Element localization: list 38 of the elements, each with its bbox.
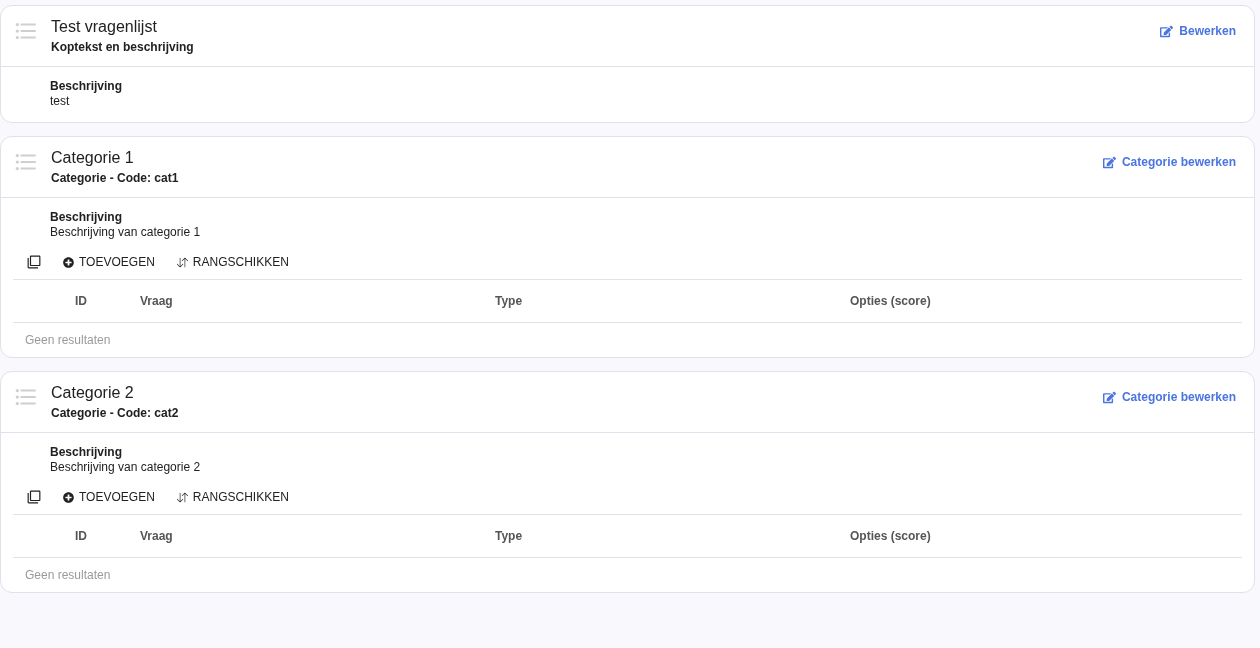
edit-link[interactable]: Categorie bewerken: [1102, 155, 1236, 169]
description-text: Beschrijving van categorie 2: [50, 460, 202, 474]
edit-icon: [1102, 390, 1116, 404]
card-title: Categorie 1: [51, 149, 135, 167]
description-text: test: [50, 94, 71, 108]
sort-button[interactable]: RANGSCHIKKEN: [176, 490, 289, 504]
edit-icon: [1102, 155, 1116, 169]
up-down-arrow-icon: [176, 491, 188, 503]
empty-message: Geen resultaten: [24, 332, 112, 349]
column-header: Opties (score): [850, 529, 932, 543]
description-label: Beschrijving: [50, 445, 124, 459]
plus-icon: [63, 491, 74, 503]
edit-link[interactable]: Categorie bewerken: [1102, 390, 1236, 404]
description-label: Beschrijving: [50, 210, 124, 224]
copy-icon[interactable]: [27, 255, 41, 269]
add-button[interactable]: TOEVOEGEN: [63, 255, 155, 269]
column-header: Type: [495, 294, 524, 308]
card-subtitle: Categorie - Code: cat1: [51, 171, 180, 185]
column-header: Type: [495, 529, 524, 543]
edit-link[interactable]: Bewerken: [1160, 24, 1236, 38]
column-header: ID: [75, 294, 88, 308]
card-title: Test vragenlijst: [51, 18, 158, 36]
column-header: Vraag: [140, 529, 174, 543]
column-header: Vraag: [140, 294, 174, 308]
card-title: Categorie 2: [51, 384, 135, 402]
card-subtitle: Koptekst en beschrijving: [51, 40, 195, 54]
empty-message: Geen resultaten: [24, 567, 112, 584]
description-label: Beschrijving: [50, 79, 124, 93]
copy-icon[interactable]: [27, 490, 41, 504]
sort-button[interactable]: RANGSCHIKKEN: [176, 255, 289, 269]
edit-icon: [1160, 24, 1174, 38]
add-button[interactable]: TOEVOEGEN: [63, 490, 155, 504]
plus-icon: [63, 256, 74, 268]
description-text: Beschrijving van categorie 1: [50, 225, 202, 239]
card-subtitle: Categorie - Code: cat2: [51, 406, 180, 420]
column-header: ID: [75, 529, 88, 543]
column-header: Opties (score): [850, 294, 932, 308]
up-down-arrow-icon: [176, 256, 188, 268]
